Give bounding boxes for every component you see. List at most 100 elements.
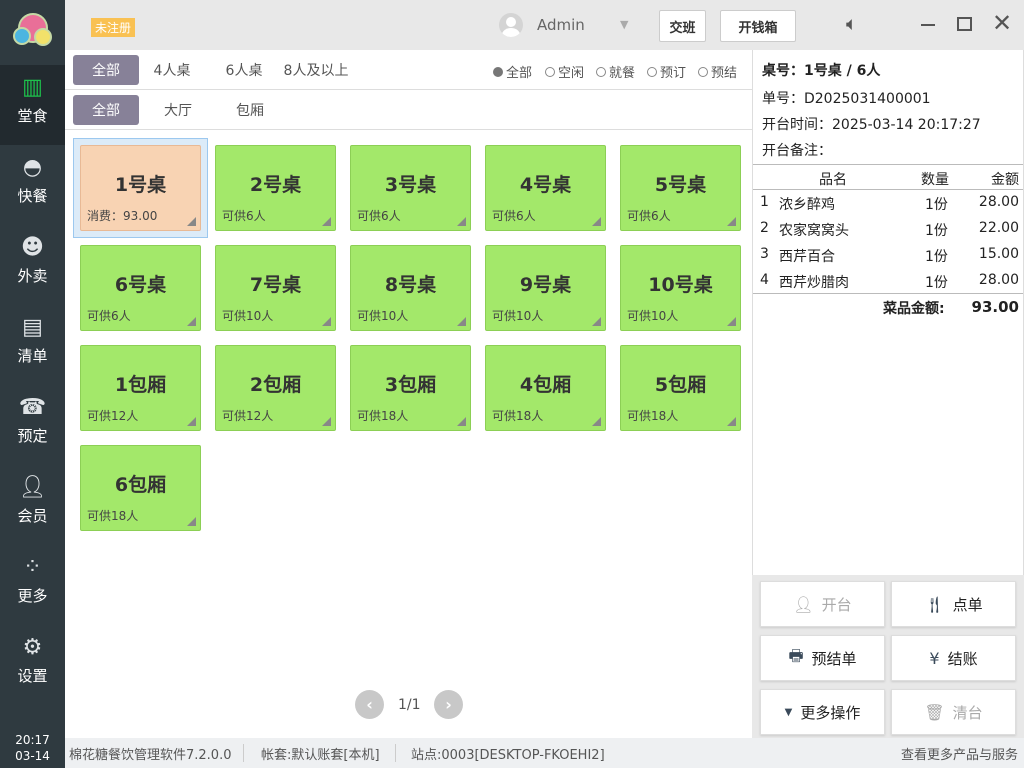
close-icon[interactable]: ✕ [992, 9, 1012, 37]
status-filter-4[interactable]: 预结 [698, 62, 737, 81]
table-tile[interactable]: 8号桌 可供10人 [350, 245, 471, 331]
table-name: 2包厢 [249, 374, 302, 396]
table-tile[interactable]: 4号桌 可供6人 [485, 145, 606, 231]
table-name: 6号桌 [114, 274, 167, 296]
radio-label: 预结 [711, 66, 738, 81]
order-item-row[interactable]: 3 西芹百合 1份 15.00 [753, 242, 1023, 268]
action-button-1[interactable]: 🍴︎ 点单 [891, 581, 1016, 627]
sidebar-item-5[interactable]: 👤︎ 会员 [0, 465, 65, 545]
order-item-row[interactable]: 1 浓乡醉鸡 1份 28.00 [753, 190, 1023, 216]
action-button-0[interactable]: 👤︎ 开台 [760, 581, 885, 627]
table-tile[interactable]: 1包厢 可供12人 [80, 345, 201, 431]
open-drawer-button[interactable]: 开钱箱 [720, 10, 796, 42]
sidebar-item-0[interactable]: ▥ 堂食 [0, 65, 65, 145]
item-no: 4 [760, 272, 769, 288]
corner-triangle-icon [187, 417, 196, 426]
status-bar: 棉花糖餐饮管理软件7.2.0.0 帐套:默认账套[本机] 站点:0003[DES… [65, 738, 1024, 768]
table-tile[interactable]: 9号桌 可供10人 [485, 245, 606, 331]
corner-triangle-icon [322, 317, 331, 326]
table-tile[interactable]: 6包厢 可供18人 [80, 445, 201, 531]
radio-label: 预订 [660, 66, 687, 81]
size-filter-1[interactable]: 4人桌 [139, 55, 205, 85]
minimize-icon[interactable] [921, 24, 935, 26]
radio-icon [596, 66, 606, 77]
action-button-2[interactable]: 🖶 预结单 [760, 635, 885, 681]
corner-triangle-icon [187, 217, 196, 226]
size-filter-2[interactable]: 6人桌 [211, 55, 277, 85]
table-tile[interactable]: 3包厢 可供18人 [350, 345, 471, 431]
item-qty: 1份 [925, 249, 948, 265]
avatar[interactable] [499, 13, 523, 37]
handover-button[interactable]: 交班 [659, 10, 706, 42]
corner-triangle-icon [457, 217, 466, 226]
station-info: 站点:0003[DESKTOP-FKOEHI2] [411, 748, 605, 763]
table-subtitle: 可供10人 [627, 309, 679, 323]
radio-icon [647, 66, 657, 77]
corner-triangle-icon [457, 417, 466, 426]
open-note: 开台备注： [762, 143, 832, 159]
order-item-row[interactable]: 4 西芹炒腊肉 1份 28.00 [753, 268, 1023, 294]
table-subtitle: 可供6人 [357, 209, 401, 223]
table-subtitle: 可供10人 [492, 309, 544, 323]
order-total: 菜品金额: 93.00 [753, 293, 1023, 319]
radio-label: 就餐 [609, 66, 636, 81]
action-button-4[interactable]: ▼ 更多操作 [760, 689, 885, 735]
header-amount: 金额 [991, 172, 1019, 188]
table-tile[interactable]: 7号桌 可供10人 [215, 245, 336, 331]
sidebar-item-1[interactable]: ◓ 快餐 [0, 145, 65, 225]
table-tile[interactable]: 3号桌 可供6人 [350, 145, 471, 231]
status-filter-1[interactable]: 空闲 [545, 62, 584, 81]
open-time: 开台时间：2025-03-14 20:17:27 [762, 117, 981, 133]
volume-icon[interactable]: 🔈︎ [846, 13, 857, 35]
order-item-row[interactable]: 2 农家窝窝头 1份 22.00 [753, 216, 1023, 242]
table-tile[interactable]: 1号桌 消费：93.00 [80, 145, 201, 231]
next-page-button[interactable]: › [434, 690, 463, 719]
chevron-down-icon[interactable]: ▼ [620, 18, 628, 31]
sidebar-item-label: 更多 [17, 587, 48, 605]
total-label: 菜品金额: [883, 301, 945, 317]
table-tile[interactable]: 10号桌 可供10人 [620, 245, 741, 331]
corner-triangle-icon [187, 317, 196, 326]
software-version: 棉花糖餐饮管理软件7.2.0.0 [69, 748, 232, 763]
action-label: 更多操作 [800, 703, 861, 722]
table-tile[interactable]: 5号桌 可供6人 [620, 145, 741, 231]
prev-page-button[interactable]: ‹ [355, 690, 384, 719]
sidebar-item-3[interactable]: ▤ 清单 [0, 305, 65, 385]
table-subtitle: 可供10人 [222, 309, 274, 323]
sidebar-item-2[interactable]: ☻ 外卖 [0, 225, 65, 305]
maximize-icon[interactable] [957, 17, 972, 31]
action-button-5[interactable]: 🗑︎ 清台 [891, 689, 1016, 735]
size-filter-0[interactable]: 全部 [73, 55, 139, 85]
status-filter-3[interactable]: 预订 [647, 62, 686, 81]
user-name[interactable]: Admin [537, 16, 585, 34]
area-filter-0[interactable]: 全部 [73, 95, 139, 125]
area-filter-2[interactable]: 包厢 [217, 95, 283, 125]
status-filter-0[interactable]: 全部 [493, 62, 532, 81]
item-no: 2 [760, 220, 769, 236]
table-tile[interactable]: 2号桌 可供6人 [215, 145, 336, 231]
table-tile[interactable]: 5包厢 可供18人 [620, 345, 741, 431]
sidebar-item-label: 外卖 [17, 267, 48, 285]
sidebar-item-7[interactable]: ⚙ 设置 [0, 625, 65, 705]
cloche-icon: ◓ [22, 155, 43, 180]
more-products-link[interactable]: 查看更多产品与服务 [901, 744, 1018, 763]
unregistered-badge[interactable]: 未注册 [91, 18, 136, 37]
sidebar-item-4[interactable]: ☎ 预定 [0, 385, 65, 465]
sidebar-item-6[interactable]: ⁘ 更多 [0, 545, 65, 625]
table-tile[interactable]: 2包厢可供12人 [215, 345, 336, 431]
table-subtitle: 可供12人 [222, 409, 274, 423]
table-name: 1包厢 [114, 374, 167, 396]
status-filter-2[interactable]: 就餐 [596, 62, 635, 81]
radio-icon [698, 66, 708, 77]
header-name: 品名 [819, 172, 847, 188]
size-filter-3[interactable]: 8人及以上 [271, 55, 361, 85]
caret-down-icon: ▼ [784, 706, 793, 718]
area-filter-1[interactable]: 大厅 [145, 95, 211, 125]
item-no: 3 [760, 246, 769, 262]
item-amount: 28.00 [978, 272, 1019, 288]
table-tile[interactable]: 6号桌 可供6人 [80, 245, 201, 331]
table-tile[interactable]: 4包厢 可供18人 [485, 345, 606, 431]
radio-icon [545, 66, 555, 77]
action-button-3[interactable]: ¥ 结账 [891, 635, 1016, 681]
radio-label: 空闲 [558, 66, 585, 81]
